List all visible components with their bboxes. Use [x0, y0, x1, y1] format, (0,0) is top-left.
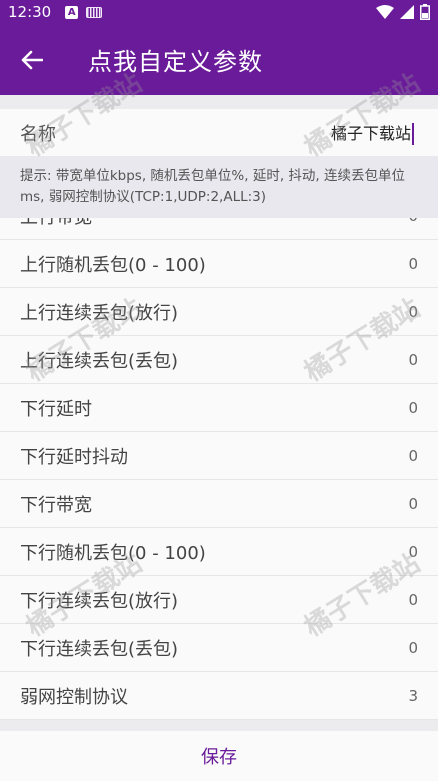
- param-label: 上行带宽: [20, 218, 92, 229]
- keyboard-icon: [86, 6, 103, 18]
- status-time: 12:30: [8, 3, 52, 21]
- a-icon: A: [65, 5, 79, 19]
- param-value: 0: [408, 446, 418, 465]
- param-row[interactable]: 上行连续丢包(放行) 0: [0, 288, 438, 336]
- param-value: 0: [408, 494, 418, 513]
- param-row[interactable]: 下行带宽 0: [0, 480, 438, 528]
- param-value: 0: [408, 302, 418, 321]
- param-row[interactable]: 下行延时 0: [0, 384, 438, 432]
- page-title: 点我自定义参数: [88, 48, 263, 76]
- hint-text: 提示: 带宽单位kbps, 随机丢包单位%, 延时, 抖动, 连续丢包单位ms,…: [0, 156, 438, 218]
- text-cursor: [412, 123, 414, 146]
- save-button[interactable]: 保存: [0, 731, 438, 781]
- param-list[interactable]: 上行带宽0上行随机丢包(0 - 100)0上行连续丢包(放行)0上行连续丢包(丢…: [0, 218, 438, 720]
- param-label: 弱网控制协议: [20, 686, 128, 708]
- param-label: 上行连续丢包(丢包): [20, 350, 179, 372]
- param-label: 下行连续丢包(丢包): [20, 638, 179, 660]
- param-row[interactable]: 上行随机丢包(0 - 100) 0: [0, 240, 438, 288]
- arrow-back-icon: [21, 50, 43, 69]
- back-button[interactable]: [0, 24, 64, 95]
- param-value: 0: [408, 398, 418, 417]
- param-label: 下行连续丢包(放行): [20, 590, 179, 612]
- param-label: 下行延时: [20, 398, 92, 420]
- name-value: 橘子下载站: [330, 123, 411, 143]
- param-value: 3: [408, 686, 418, 705]
- param-value: 0: [408, 218, 418, 225]
- app-bar: 点我自定义参数: [0, 24, 438, 95]
- param-label: 下行延时抖动: [20, 446, 128, 468]
- param-row[interactable]: 下行连续丢包(放行) 0: [0, 576, 438, 624]
- status-bar: 12:30 A: [0, 0, 438, 24]
- battery-icon: [420, 4, 430, 20]
- param-value: 0: [408, 350, 418, 369]
- param-label: 下行带宽: [20, 494, 92, 516]
- param-label: 下行随机丢包(0 - 100): [20, 542, 206, 564]
- param-value: 0: [408, 638, 418, 657]
- param-row[interactable]: 上行带宽 0: [0, 218, 438, 240]
- param-value: 0: [408, 254, 418, 273]
- param-row[interactable]: 下行连续丢包(丢包) 0: [0, 624, 438, 672]
- param-row[interactable]: 弱网控制协议 3: [0, 672, 438, 720]
- signal-icon: [400, 5, 414, 19]
- param-label: 上行随机丢包(0 - 100): [20, 254, 206, 276]
- name-field-row[interactable]: 名称 橘子下载站: [0, 109, 438, 156]
- name-input[interactable]: 橘子下载站: [331, 120, 418, 146]
- param-row[interactable]: 下行随机丢包(0 - 100) 0: [0, 528, 438, 576]
- wifi-icon: [376, 5, 394, 19]
- param-label: 上行连续丢包(放行): [20, 302, 179, 324]
- param-value: 0: [408, 590, 418, 609]
- param-row[interactable]: 上行连续丢包(丢包) 0: [0, 336, 438, 384]
- param-row[interactable]: 下行延时抖动 0: [0, 432, 438, 480]
- name-label: 名称: [20, 123, 56, 145]
- param-value: 0: [408, 542, 418, 561]
